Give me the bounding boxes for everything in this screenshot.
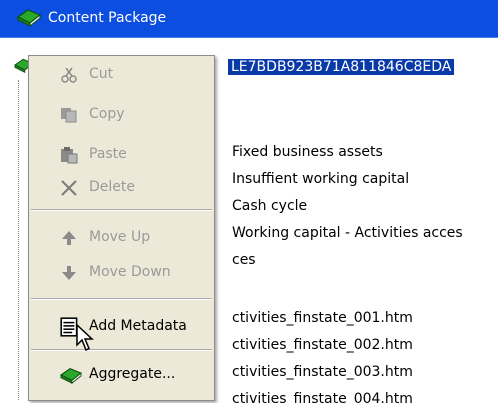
copy-icon bbox=[61, 108, 77, 123]
menu-item-label: Add Metadata bbox=[89, 318, 187, 334]
tree-item[interactable]: ces bbox=[232, 252, 256, 268]
menu-item-label: Move Up bbox=[89, 229, 151, 245]
scissors-icon bbox=[61, 67, 77, 83]
book-icon bbox=[59, 368, 83, 385]
tree-item[interactable]: Cash cycle bbox=[232, 198, 307, 214]
menu-separator bbox=[31, 298, 212, 300]
tree-item-selected[interactable]: LE7BDB923B71A811846C8EDA bbox=[228, 59, 455, 75]
arrow-down-icon bbox=[62, 266, 76, 280]
menu-item-cut[interactable]: Cut bbox=[29, 61, 214, 89]
menu-item-aggregate[interactable]: Aggregate... bbox=[29, 361, 214, 389]
menu-item-label: Copy bbox=[89, 106, 125, 122]
tree-item[interactable]: Working capital - Activities acces bbox=[232, 225, 463, 241]
context-menu: Cut Copy Paste Delete Move Up Move Down … bbox=[28, 55, 215, 401]
menu-item-delete[interactable]: Delete bbox=[29, 174, 214, 202]
arrow-up-icon bbox=[62, 231, 76, 245]
tree-item[interactable]: ctivities_finstate_002.htm bbox=[232, 337, 413, 353]
tree-item[interactable]: ctivities_finstate_003.htm bbox=[232, 364, 413, 380]
menu-item-label: Aggregate... bbox=[89, 366, 176, 382]
menu-item-move-down[interactable]: Move Down bbox=[29, 259, 214, 287]
tree-item[interactable]: ctivities_finstate_004.htm bbox=[232, 391, 413, 403]
menu-item-label: Cut bbox=[89, 66, 114, 82]
menu-item-label: Move Down bbox=[89, 264, 171, 280]
book-icon bbox=[16, 9, 42, 28]
delete-x-icon bbox=[61, 180, 77, 196]
tree-item[interactable]: Fixed business assets bbox=[232, 144, 383, 160]
mouse-pointer-icon bbox=[76, 323, 94, 352]
tree-item[interactable]: ctivities_finstate_001.htm bbox=[232, 310, 413, 326]
menu-item-copy[interactable]: Copy bbox=[29, 101, 214, 129]
package-title-bar: Content Package bbox=[0, 0, 498, 38]
menu-item-paste[interactable]: Paste bbox=[29, 141, 214, 169]
menu-separator bbox=[31, 209, 212, 211]
tree-item[interactable]: Insuffient working capital bbox=[232, 171, 409, 187]
menu-item-label: Paste bbox=[89, 146, 127, 162]
window-title: Content Package bbox=[48, 10, 167, 26]
paste-icon bbox=[61, 147, 78, 164]
tree-connector-line bbox=[18, 80, 20, 400]
menu-item-move-up[interactable]: Move Up bbox=[29, 224, 214, 252]
menu-item-add-metadata[interactable]: Add Metadata bbox=[29, 313, 214, 341]
menu-separator bbox=[31, 349, 212, 351]
menu-item-label: Delete bbox=[89, 179, 135, 195]
